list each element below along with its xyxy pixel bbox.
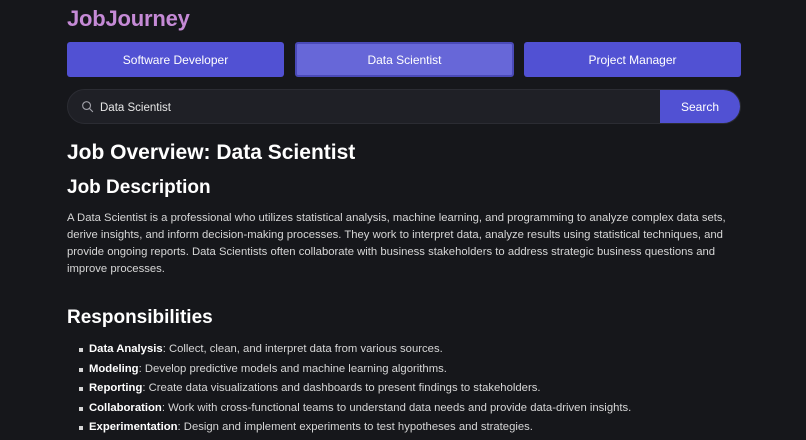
responsibility-term: Data Analysis — [89, 343, 163, 355]
bullet-icon — [79, 406, 83, 411]
role-button-software-developer[interactable]: Software Developer — [67, 42, 284, 77]
page-title: Job Overview: Data Scientist — [67, 141, 356, 164]
responsibility-term: Reporting — [89, 382, 143, 395]
responsibility-text: : Design and implement experiments to te… — [177, 421, 533, 434]
responsibility-term: Modeling — [89, 362, 139, 375]
search-button[interactable]: Search — [660, 90, 740, 123]
responsibility-text: : Collect, clean, and interpret data fro… — [162, 343, 443, 355]
job-description-heading: Job Description — [67, 177, 211, 198]
list-item: Experimentation: Design and implement ex… — [67, 419, 741, 439]
role-button-project-manager[interactable]: Project Manager — [524, 42, 741, 77]
search-input[interactable] — [98, 90, 662, 123]
role-selector: Software Developer Data Scientist Projec… — [67, 42, 741, 77]
responsibility-term: Collaboration — [89, 401, 162, 414]
responsibility-text: : Develop predictive models and machine … — [138, 362, 447, 375]
responsibilities-list: Data Analysis: Collect, clean, and inter… — [67, 341, 741, 439]
job-description-text: A Data Scientist is a professional who u… — [67, 212, 726, 275]
responsibility-text: : Create data visualizations and dashboa… — [142, 382, 541, 395]
search-bar: Search — [67, 89, 741, 124]
list-item: Reporting: Create data visualizations an… — [67, 380, 741, 400]
list-item: Collaboration: Work with cross-functiona… — [67, 400, 741, 420]
responsibilities-heading: Responsibilities — [67, 307, 213, 328]
responsibility-term: Experimentation — [89, 421, 178, 434]
bullet-icon — [79, 426, 83, 431]
bullet-icon — [79, 348, 83, 352]
list-item: Data Analysis: Collect, clean, and inter… — [67, 341, 741, 361]
app-logo[interactable]: JobJourney — [67, 6, 190, 32]
role-button-data-scientist[interactable]: Data Scientist — [295, 42, 514, 77]
bullet-icon — [79, 367, 83, 372]
bullet-icon — [79, 387, 83, 392]
search-icon — [82, 101, 94, 113]
list-item: Modeling: Develop predictive models and … — [67, 361, 741, 381]
responsibility-text: : Work with cross-functional teams to un… — [161, 401, 632, 414]
